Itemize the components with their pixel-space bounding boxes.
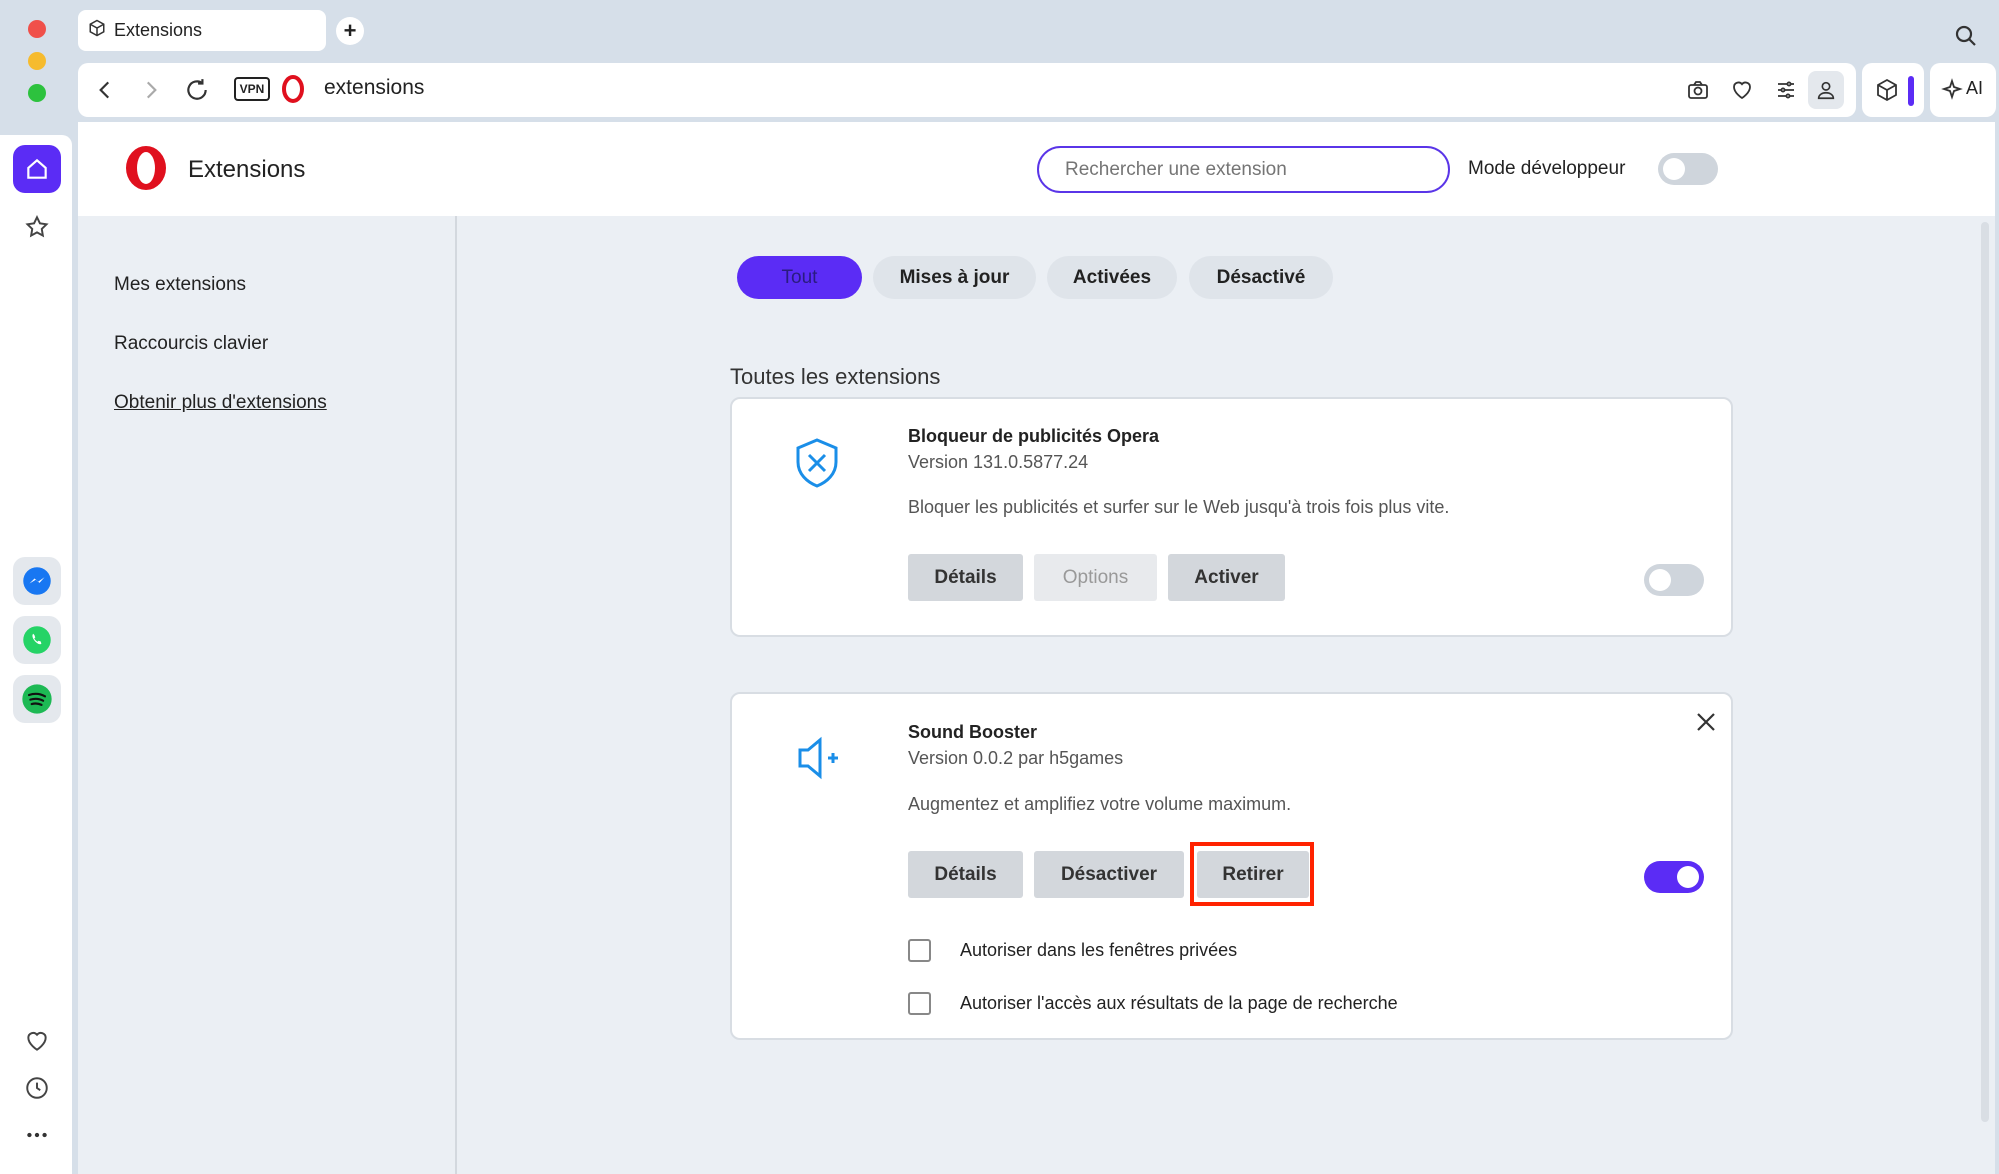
allow-search-results-checkbox[interactable]: [908, 992, 931, 1015]
sidebar-item-get-more-extensions[interactable]: Obtenir plus d'extensions: [114, 392, 327, 414]
details-button[interactable]: Détails: [908, 554, 1023, 601]
filter-all[interactable]: Tout: [737, 256, 862, 299]
ai-label: AI: [1966, 78, 1984, 98]
whatsapp-icon: [23, 626, 51, 654]
speaker-plus-icon: [796, 734, 840, 787]
heart-icon[interactable]: [1730, 78, 1754, 107]
remove-x-icon[interactable]: [1694, 710, 1718, 739]
extension-name: Sound Booster: [908, 722, 1037, 742]
page-title: Extensions: [188, 156, 306, 183]
history-button[interactable]: [13, 1064, 61, 1112]
disable-button[interactable]: Désactiver: [1034, 851, 1184, 898]
extension-version: Version 131.0.5877.24: [908, 452, 1089, 472]
page-sidebar: Mes extensions Raccourcis clavier Obteni…: [78, 216, 457, 1174]
options-button[interactable]: Options: [1034, 554, 1157, 601]
extension-description: Augmentez et amplifiez votre volume maxi…: [908, 794, 1292, 814]
shield-x-icon: [794, 437, 840, 494]
home-button[interactable]: [13, 145, 61, 193]
more-dots-icon: [27, 1132, 47, 1138]
spotify-button[interactable]: [13, 675, 61, 723]
camera-icon[interactable]: [1686, 78, 1710, 107]
extension-enable-toggle[interactable]: [1644, 564, 1704, 596]
minimize-window-button[interactable]: [28, 52, 46, 70]
forward-icon[interactable]: [138, 77, 164, 108]
details-button[interactable]: Détails: [908, 851, 1023, 898]
filter-enabled[interactable]: Activées: [1047, 256, 1177, 299]
allow-private-windows-checkbox[interactable]: [908, 939, 931, 962]
dev-mode-toggle[interactable]: [1658, 153, 1718, 185]
messenger-icon: [23, 567, 51, 595]
aria-ai-button[interactable]: AI: [1930, 63, 1996, 117]
allow-search-results-label: Autoriser l'accès aux résultats de la pa…: [960, 993, 1398, 1013]
more-button[interactable]: [13, 1111, 61, 1159]
extension-enable-toggle[interactable]: [1644, 861, 1704, 893]
extension-card: Bloqueur de publicités Opera Version 131…: [730, 397, 1733, 637]
messenger-button[interactable]: [13, 557, 61, 605]
section-title: Toutes les extensions: [730, 364, 941, 389]
ai-sparkle-icon: [1940, 78, 1964, 107]
scrollbar[interactable]: [1981, 222, 1989, 1122]
search-extension-input[interactable]: [1037, 146, 1450, 193]
dev-mode-label: Mode développeur: [1468, 158, 1626, 179]
home-icon: [27, 158, 47, 179]
opera-logo-icon: [282, 75, 304, 108]
close-window-button[interactable]: [28, 20, 46, 38]
allow-private-windows-label: Autoriser dans les fenêtres privées: [960, 940, 1238, 960]
vpn-badge[interactable]: VPN: [234, 77, 270, 101]
filter-updates[interactable]: Mises à jour: [873, 256, 1036, 299]
extensions-page: Extensions Mode développeur Mes extensio…: [78, 122, 1995, 1174]
clock-icon: [26, 1077, 48, 1099]
search-tabs-icon[interactable]: [1954, 24, 1978, 53]
cube-icon: [88, 19, 106, 42]
pinned-extension-indicator: [1908, 76, 1914, 106]
extension-version: Version 0.0.2 par h5games: [908, 748, 1124, 768]
tab-extensions[interactable]: Extensions: [78, 10, 326, 51]
reload-icon[interactable]: [184, 77, 210, 108]
address-input[interactable]: extensions: [324, 76, 424, 100]
address-bar: VPN extensions: [78, 63, 1856, 117]
extension-description: Bloquer les publicités et surfer sur le …: [908, 497, 1450, 517]
zoom-window-button[interactable]: [28, 84, 46, 102]
star-icon: [25, 215, 49, 238]
extensions-toolbar: [1862, 63, 1924, 117]
extension-name: Bloqueur de publicités Opera: [908, 426, 1160, 446]
easy-setup-icon[interactable]: [1774, 78, 1798, 107]
sidebar-rail: [0, 135, 72, 1174]
extension-card: Sound Booster Version 0.0.2 par h5games …: [730, 692, 1733, 1040]
opera-logo: [122, 143, 170, 198]
whatsapp-button[interactable]: [13, 616, 61, 664]
favorites-button[interactable]: [13, 1017, 61, 1065]
page-header: Extensions Mode développeur: [78, 122, 1995, 216]
tab-title: Extensions: [114, 20, 203, 40]
heart-outline-icon: [27, 1031, 47, 1051]
spotify-icon: [22, 684, 52, 714]
profile-icon[interactable]: [1808, 71, 1844, 109]
bookmarks-button[interactable]: [13, 203, 61, 251]
activate-button[interactable]: Activer: [1168, 554, 1285, 601]
back-icon[interactable]: [92, 77, 118, 108]
sidebar-item-keyboard-shortcuts[interactable]: Raccourcis clavier: [114, 333, 268, 355]
remove-button-highlight: [1190, 842, 1314, 906]
extensions-cube-icon[interactable]: [1875, 78, 1899, 107]
sidebar-item-my-extensions[interactable]: Mes extensions: [114, 274, 246, 296]
filter-disabled[interactable]: Désactivé: [1189, 256, 1333, 299]
new-tab-button[interactable]: +: [336, 17, 364, 45]
